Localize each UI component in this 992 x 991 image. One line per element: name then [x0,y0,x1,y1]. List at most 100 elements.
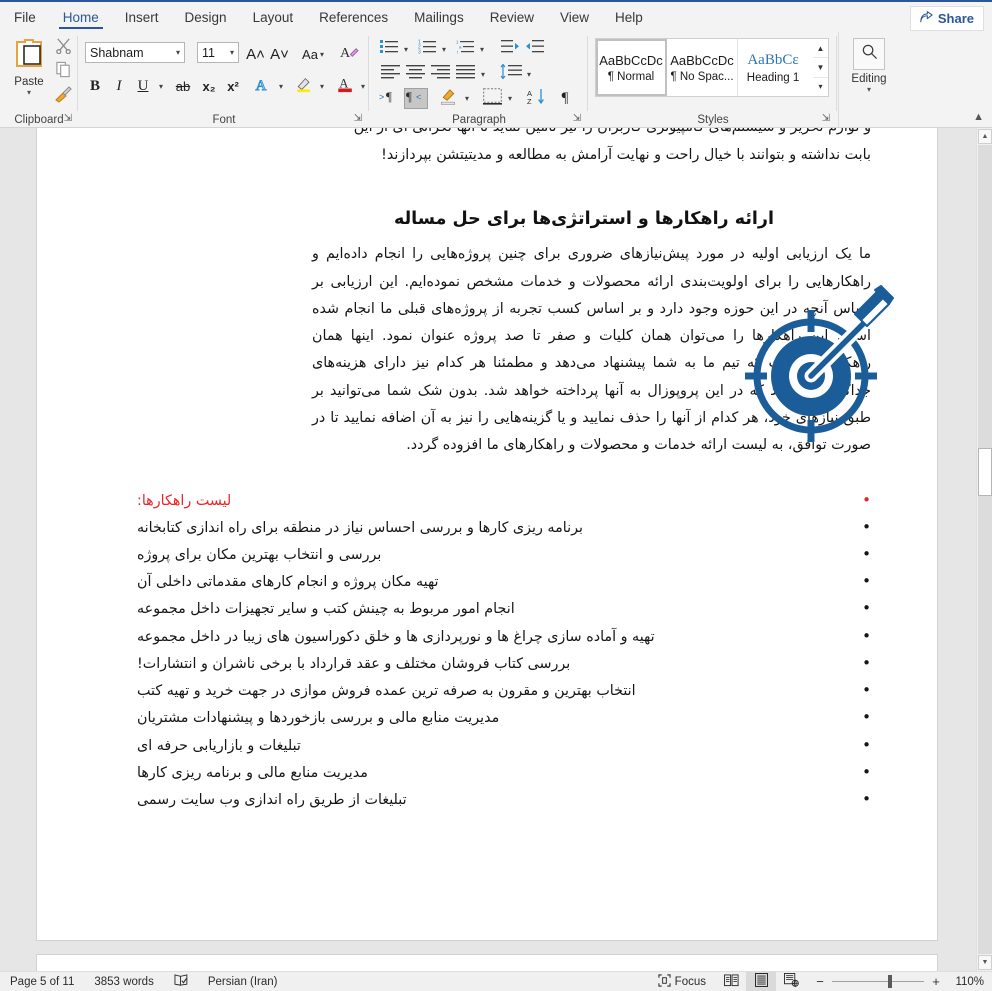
language-indicator[interactable]: Persian (Iran) [198,976,288,988]
scroll-up-button[interactable]: ▲ [978,129,992,144]
shrink-font-label: A˅ [270,45,289,63]
copy-button[interactable] [50,60,76,84]
style-item-normal[interactable]: AaBbCcDc ¶ Normal [596,39,667,96]
shading-chevron-down-icon[interactable]: ▾ [461,88,473,109]
tab-view[interactable]: View [547,2,602,32]
shrink-font-button[interactable]: A˅ [268,42,291,66]
text-effects-chevron-down-icon[interactable]: ▾ [274,74,288,98]
paragraph-dialog-launcher[interactable]: ⇲ [571,113,583,125]
tab-file[interactable]: File [0,2,50,32]
change-case-chevron-down-icon[interactable]: ▾ [320,50,324,59]
print-layout-button[interactable] [746,972,776,991]
underline-button[interactable]: U [132,74,154,98]
tab-mailings[interactable]: Mailings [401,2,477,32]
tab-home[interactable]: Home [50,2,112,32]
web-layout-button[interactable] [776,972,806,991]
partial-line-top: و لوازم تحریر و سیستم‌های کامپیوتری کارب… [137,128,871,142]
increase-indent-button[interactable] [522,38,546,60]
focus-mode-button[interactable]: Focus [648,973,716,990]
styles-dialog-launcher[interactable]: ⇲ [820,113,832,125]
decrease-indent-button[interactable] [498,38,522,60]
zoom-out-button[interactable]: − [814,974,826,989]
align-center-button[interactable] [403,63,427,85]
superscript-button[interactable]: x² [222,74,244,98]
strikethrough-button[interactable]: ab [172,74,194,98]
justify-button[interactable] [453,63,477,85]
proofing-status[interactable] [164,973,198,990]
share-button[interactable]: Share [909,6,984,31]
decrease-indent-icon [500,39,520,59]
shading-button[interactable] [436,88,460,109]
paste-button[interactable]: Paste ▾ [6,36,52,97]
font-name-chevron-down-icon[interactable]: ▾ [176,48,184,57]
zoom-slider-track[interactable] [832,975,924,988]
italic-button[interactable]: I [109,74,129,98]
collapse-ribbon-button[interactable]: ▲ [973,111,984,123]
editing-button[interactable]: Editing ▾ [847,38,891,94]
tab-design[interactable]: Design [172,2,240,32]
editing-chevron-down-icon[interactable]: ▾ [847,86,891,94]
scrollbar-track[interactable] [978,145,992,954]
read-mode-button[interactable] [716,972,746,991]
scrollbar-thumb[interactable] [978,448,992,496]
left-to-right-button[interactable]: > ¶ [378,88,402,109]
font-size-chevron-down-icon[interactable]: ▾ [230,48,238,57]
styles-scroll-down-icon[interactable]: ▼ [813,58,828,78]
font-dialog-launcher[interactable]: ⇲ [352,113,364,125]
font-size-combobox[interactable]: 11 ▾ [197,42,239,63]
justify-icon [455,64,475,84]
justify-chevron-down-icon[interactable]: ▾ [477,63,489,85]
bold-button[interactable]: B [85,74,105,98]
numbered-list-button[interactable]: 123 [416,38,438,60]
align-left-button[interactable] [378,63,402,85]
line-spacing-button[interactable] [498,63,524,85]
clear-formatting-button[interactable]: A [337,42,361,66]
superscript-label: x² [227,78,239,94]
highlight-chevron-down-icon[interactable]: ▾ [315,74,329,98]
style-item-no-spacing[interactable]: AaBbCcDc ¶ No Spac... [667,39,738,96]
right-to-left-button[interactable]: ¶ < [404,88,428,109]
tab-layout[interactable]: Layout [240,2,307,32]
highlight-button[interactable] [292,74,316,98]
zoom-in-button[interactable]: + [930,974,942,989]
scroll-down-button[interactable]: ▼ [978,955,992,970]
tab-help[interactable]: Help [602,2,656,32]
clipboard-dialog-launcher[interactable]: ⇲ [62,113,74,125]
document-canvas[interactable]: و لوازم تحریر و سیستم‌های کامپیوتری کارب… [0,128,992,971]
align-right-button[interactable] [428,63,452,85]
text-effects-button[interactable]: A [251,74,275,98]
vertical-scrollbar[interactable]: ▲ ▼ [976,128,992,971]
show-paragraph-marks-button[interactable]: ¶ [554,88,576,109]
multilevel-list-chevron-down-icon[interactable]: ▾ [476,38,488,60]
borders-button[interactable] [480,87,504,109]
tab-insert[interactable]: Insert [112,2,172,32]
bullet-list-chevron-down-icon[interactable]: ▾ [400,38,412,60]
borders-chevron-down-icon[interactable]: ▾ [504,88,516,109]
zoom-slider-thumb[interactable] [888,975,892,988]
underline-chevron-down-icon[interactable]: ▾ [154,74,168,98]
change-case-button[interactable]: Aa ▾ [297,42,329,66]
format-painter-button[interactable] [50,84,76,108]
font-color-chevron-down-icon[interactable]: ▾ [356,74,370,98]
line-spacing-chevron-down-icon[interactable]: ▾ [523,63,535,85]
bullet-list-button[interactable] [378,38,400,60]
multilevel-list-button[interactable]: 1ai [454,38,476,60]
tab-references[interactable]: References [306,2,401,32]
numbered-list-chevron-down-icon[interactable]: ▾ [438,38,450,60]
zoom-level-label[interactable]: 110% [950,976,992,988]
page-indicator[interactable]: Page 5 of 11 [0,976,84,988]
word-count[interactable]: 3853 words [84,976,163,988]
font-name-combobox[interactable]: Shabnam ▾ [85,42,185,63]
font-color-button[interactable]: A [333,74,357,98]
paste-chevron-down-icon[interactable]: ▾ [6,89,52,97]
tab-review[interactable]: Review [477,2,547,32]
sort-button[interactable]: AZ [525,88,549,109]
styles-scroll-up-icon[interactable]: ▲ [813,39,828,59]
grow-font-button[interactable]: A˄ [244,42,267,66]
strikethrough-label: ab [175,78,191,94]
style-item-heading-1[interactable]: AaBbCε Heading 1 [738,39,808,96]
subscript-button[interactable]: x₂ [198,74,220,98]
styles-more-icon[interactable]: ▾ [813,78,828,96]
list-item: تهیه مکان پروژه و انجام کارهای مقدماتی د… [137,568,871,596]
cut-button[interactable] [50,36,76,60]
